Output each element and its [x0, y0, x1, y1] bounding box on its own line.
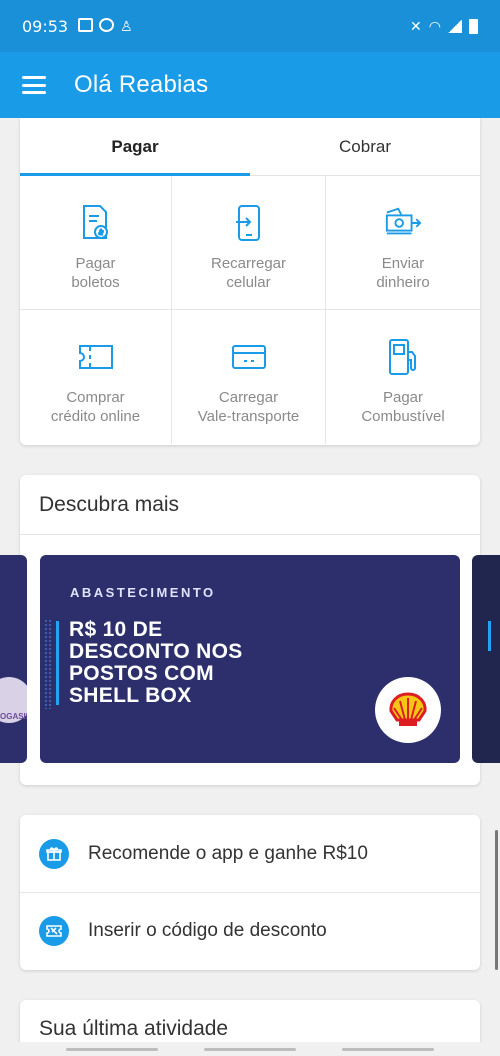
ticket-icon [77, 338, 115, 376]
app-bar: Olá Reabias [0, 52, 500, 118]
fuel-pump-icon [384, 338, 422, 376]
buy-online-credit-label: Comprar crédito online [50, 389, 141, 425]
status-time: 09:53 [22, 16, 69, 36]
insert-discount-code-item[interactable]: Inserir o código de desconto [20, 892, 480, 969]
payment-tabs: Pagar Cobrar [20, 118, 480, 176]
send-money-icon [384, 204, 422, 242]
menu-icon[interactable] [22, 76, 46, 94]
battery-icon [469, 18, 478, 34]
image-icon [78, 17, 94, 32]
whatsapp-icon [99, 17, 115, 32]
recharge-phone-button[interactable]: Recarregar celular [172, 176, 326, 310]
send-money-button[interactable]: Enviar dinheiro [326, 176, 480, 310]
prev-banner-text: OGASIL [0, 712, 27, 721]
active-tab-indicator [20, 173, 250, 176]
promo-actions-card: Recomende o app e ganhe R$10 Inserir o c… [20, 815, 480, 970]
load-transport-card-label: Carregar Vale-transporte [197, 389, 300, 425]
mute-icon: ✕ [410, 17, 422, 34]
pay-fuel-label: Pagar Combustível [361, 389, 445, 425]
banner-kicker: ABASTECIMENTO [70, 585, 216, 600]
tab-cobrar[interactable]: Cobrar [250, 118, 480, 175]
load-transport-card-button[interactable]: Carregar Vale-transporte [172, 310, 326, 444]
next-banner-accent-bar [488, 621, 491, 651]
pay-fuel-button[interactable]: Pagar Combustível [326, 310, 480, 444]
banner-dot-pattern [44, 619, 52, 709]
boleto-icon [77, 204, 115, 242]
notification-icon: ♙ [120, 17, 133, 34]
discover-title: Descubra mais [20, 475, 480, 535]
shell-logo [375, 677, 441, 743]
recommend-app-item[interactable]: Recomende o app e ganhe R$10 [20, 815, 480, 892]
nav-back-button[interactable] [342, 1047, 434, 1051]
phone-recharge-icon [230, 204, 268, 242]
carousel-prev-banner[interactable]: OGASIL [0, 555, 27, 763]
gift-icon [39, 838, 69, 869]
carousel-next-banner[interactable] [472, 555, 500, 763]
recharge-phone-label: Recarregar celular [210, 255, 287, 291]
recommend-app-label: Recomende o app e ganhe R$10 [88, 842, 368, 864]
scrollbar[interactable] [495, 830, 498, 970]
pay-bills-label: Pagar boletos [71, 255, 120, 291]
banner-headline: R$ 10 DE DESCONTO NOS POSTOS COM SHELL B… [69, 618, 243, 707]
system-nav-bar [0, 1042, 500, 1056]
banner-accent-bar [56, 621, 59, 705]
promo-banner[interactable]: ABASTECIMENTO R$ 10 DE DESCONTO NOS POST… [40, 555, 460, 763]
tab-pagar[interactable]: Pagar [20, 118, 250, 175]
greeting-title: Olá Reabias [74, 71, 209, 98]
coupon-icon [39, 916, 69, 946]
transport-card-icon [230, 338, 268, 376]
insert-discount-code-label: Inserir o código de desconto [88, 920, 327, 941]
signal-icon [448, 19, 462, 33]
buy-online-credit-button[interactable]: Comprar crédito online [20, 310, 172, 444]
status-bar: 09:53 ♙ ✕ ◠ [0, 0, 500, 52]
send-money-label: Enviar dinheiro [376, 255, 430, 291]
wifi-icon: ◠ [428, 17, 441, 34]
payment-actions-grid: Pagar boletos Recarregar celular Enviar … [20, 176, 480, 444]
pay-bills-button[interactable]: Pagar boletos [20, 176, 172, 310]
payment-card: Pagar Cobrar Pagar boletos Recarregar ce… [20, 118, 480, 445]
nav-recent-button[interactable] [66, 1047, 158, 1051]
nav-home-button[interactable] [204, 1047, 296, 1051]
